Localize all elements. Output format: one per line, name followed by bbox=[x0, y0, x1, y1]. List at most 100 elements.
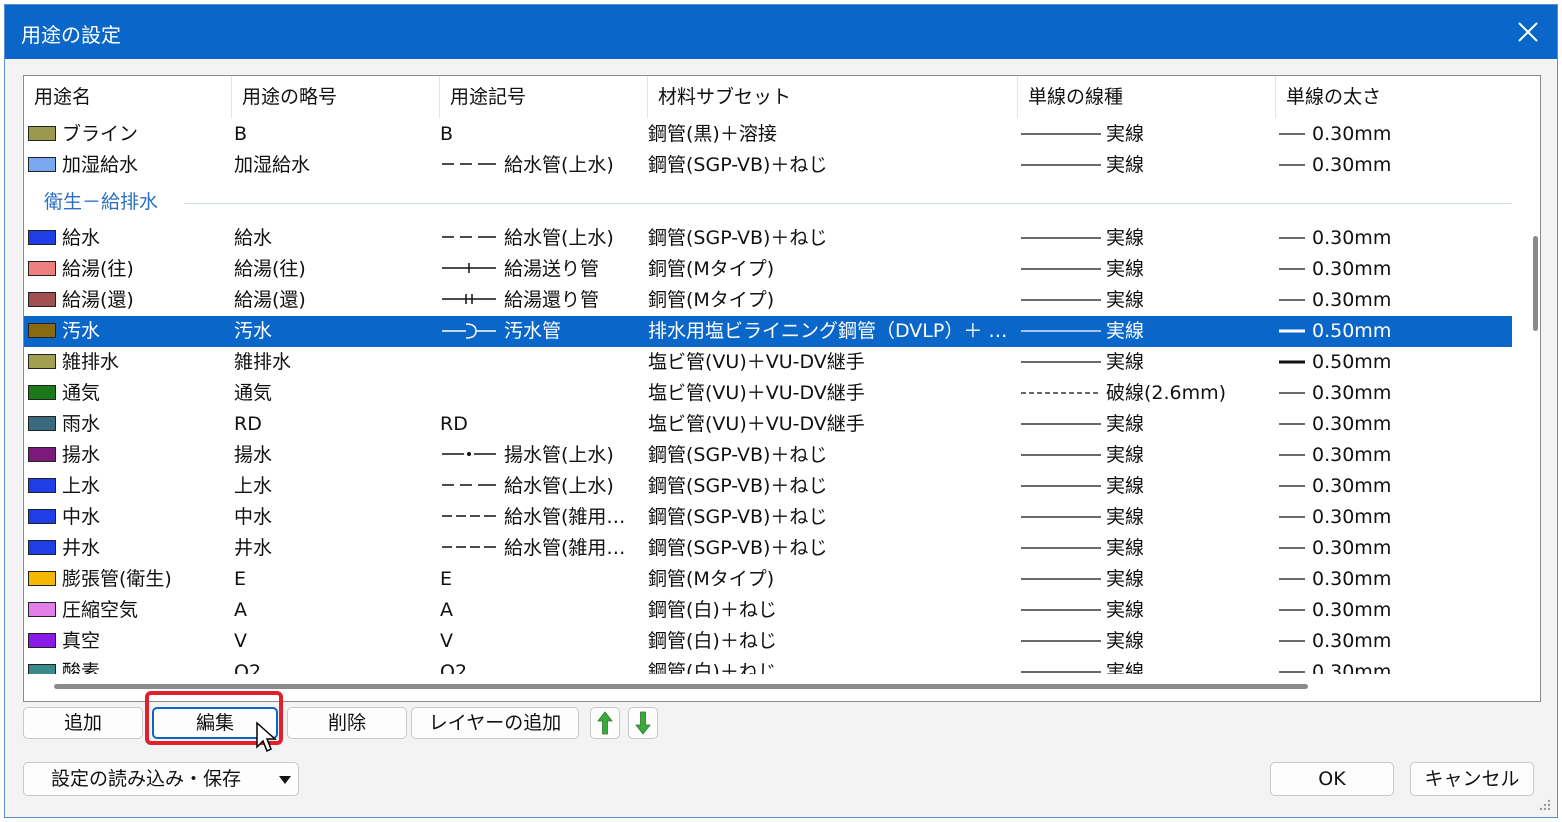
color-swatch bbox=[28, 446, 56, 462]
usage-abbr-cell: A bbox=[234, 595, 438, 626]
table-row[interactable]: 給湯(還) 給湯(還) 給湯還り管 銅管(Mタイプ) 実線 0.30mm bbox=[24, 285, 1512, 316]
usage-symbol-cell: 給水管(上水) bbox=[440, 223, 646, 254]
material-cell: 鋼管(白)＋ねじ bbox=[648, 657, 1016, 674]
color-swatch bbox=[28, 508, 56, 524]
linetype-label: 実線 bbox=[1106, 661, 1145, 674]
linetype-label: 実線 bbox=[1106, 413, 1145, 435]
add-button[interactable]: 追加 bbox=[23, 707, 143, 739]
linewidth-cell: 0.30mm bbox=[1278, 440, 1512, 471]
usage-abbr-cell: 上水 bbox=[234, 471, 438, 502]
usage-list[interactable]: 用途名 用途の略号 用途記号 材料サブセット 単線の線種 単線の太さ ブライン B… bbox=[23, 75, 1541, 702]
linewidth-value: 0.30mm bbox=[1312, 123, 1392, 145]
usage-abbr-cell: 加湿給水 bbox=[234, 150, 438, 181]
ok-button[interactable]: OK bbox=[1270, 762, 1394, 796]
line-width-icon bbox=[1279, 453, 1305, 456]
usage-abbr: 通気 bbox=[234, 382, 273, 404]
table-row[interactable]: 圧縮空気 A A 鋼管(白)＋ねじ 実線 0.30mm bbox=[24, 595, 1512, 626]
column-header-linewidth[interactable]: 単線の太さ bbox=[1276, 76, 1512, 118]
material-subset: 塩ビ管(VU)＋VU-DV継手 bbox=[648, 382, 865, 404]
delete-button[interactable]: 削除 bbox=[287, 707, 407, 739]
material-cell: 塩ビ管(VU)＋VU-DV継手 bbox=[648, 378, 1016, 409]
line-width-icon bbox=[1279, 546, 1305, 549]
usage-abbr: 中水 bbox=[234, 506, 273, 528]
usage-name: 井水 bbox=[62, 537, 101, 559]
usage-abbr-cell: 給湯(往) bbox=[234, 254, 438, 285]
material-subset: 鋼管(白)＋ねじ bbox=[648, 599, 777, 621]
table-row[interactable]: 揚水 揚水 揚水管(上水) 鋼管(SGP-VB)＋ねじ 実線 0.30mm bbox=[24, 440, 1512, 471]
solid-line-icon bbox=[1021, 163, 1101, 166]
material-cell: 鋼管(黒)＋溶接 bbox=[648, 119, 1016, 150]
linetype-cell: 実線 bbox=[1020, 595, 1276, 626]
column-header-symbol[interactable]: 用途記号 bbox=[440, 76, 648, 118]
usage-name-cell: 通気 bbox=[28, 378, 232, 409]
add-layer-button[interactable]: レイヤーの追加 bbox=[411, 707, 579, 739]
table-row[interactable]: 中水 中水 給水管(雑用… 鋼管(SGP-VB)＋ねじ 実線 0.30mm bbox=[24, 502, 1512, 533]
usage-name: 給水 bbox=[62, 227, 101, 249]
linewidth-value: 0.30mm bbox=[1312, 227, 1392, 249]
usage-name: 雨水 bbox=[62, 413, 101, 435]
table-row[interactable]: 雨水 RD RD 塩ビ管(VU)＋VU-DV継手 実線 0.30mm bbox=[24, 409, 1512, 440]
usage-name: 上水 bbox=[62, 475, 101, 497]
table-row-selected[interactable]: 汚水 汚水 汚水管 排水用塩ビライニング鋼管（DVLP）＋ MD… 実線 0.50mm bbox=[24, 316, 1512, 347]
usage-name: 中水 bbox=[62, 506, 101, 528]
column-header-abbr[interactable]: 用途の略号 bbox=[232, 76, 440, 118]
usage-symbol-cell bbox=[440, 347, 646, 378]
arrow-up-icon bbox=[597, 711, 613, 735]
usage-abbr-cell: 通気 bbox=[234, 378, 438, 409]
usage-abbr: 汚水 bbox=[234, 320, 273, 342]
dashed-line-icon bbox=[1021, 391, 1101, 394]
table-row[interactable]: 井水 井水 給水管(雑用… 鋼管(SGP-VB)＋ねじ 実線 0.30mm bbox=[24, 533, 1512, 564]
linewidth-cell: 0.30mm bbox=[1278, 254, 1512, 285]
color-swatch bbox=[28, 229, 56, 245]
move-down-button[interactable] bbox=[628, 707, 658, 739]
table-row[interactable]: 通気 通気 塩ビ管(VU)＋VU-DV継手 破線(2.6mm) 0.30mm bbox=[24, 378, 1512, 409]
material-cell: 鋼管(SGP-VB)＋ねじ bbox=[648, 223, 1016, 254]
table-row[interactable]: 真空 V V 鋼管(白)＋ねじ 実線 0.30mm bbox=[24, 626, 1512, 657]
pipe-symbol-icon bbox=[442, 515, 496, 517]
linetype-cell: 実線 bbox=[1020, 440, 1276, 471]
column-header-name[interactable]: 用途名 bbox=[24, 76, 232, 118]
table-row[interactable]: 雑排水 雑排水 塩ビ管(VU)＋VU-DV継手 実線 0.50mm bbox=[24, 347, 1512, 378]
cancel-button[interactable]: キャンセル bbox=[1410, 762, 1534, 796]
table-row[interactable]: 酸素 O2 O2 鋼管(白)＋ねじ 実線 0.30mm bbox=[24, 657, 1512, 674]
usage-abbr: E bbox=[234, 568, 247, 590]
material-cell: 鋼管(SGP-VB)＋ねじ bbox=[648, 150, 1016, 181]
usage-symbol-cell: 給湯送り管 bbox=[440, 254, 646, 285]
linetype-label: 実線 bbox=[1106, 568, 1145, 590]
color-swatch bbox=[28, 125, 56, 141]
table-row[interactable]: 給湯(往) 給湯(往) 給湯送り管 銅管(Mタイプ) 実線 0.30mm bbox=[24, 254, 1512, 285]
move-up-button[interactable] bbox=[590, 707, 620, 739]
column-header-linetype[interactable]: 単線の線種 bbox=[1018, 76, 1276, 118]
material-cell: 鋼管(白)＋ねじ bbox=[648, 595, 1016, 626]
usage-abbr: 雑排水 bbox=[234, 351, 292, 373]
usage-abbr: 井水 bbox=[234, 537, 273, 559]
group-label: 衛生－給排水 bbox=[44, 181, 169, 223]
table-row[interactable]: 加湿給水 加湿給水 給水管(上水) 鋼管(SGP-VB)＋ねじ 実線 0.30mm bbox=[24, 150, 1512, 181]
resize-grip-icon[interactable] bbox=[1537, 797, 1551, 811]
linetype-label: 実線 bbox=[1106, 351, 1145, 373]
usage-abbr-cell: E bbox=[234, 564, 438, 595]
usage-name: 汚水 bbox=[62, 320, 101, 342]
material-subset: 鋼管(SGP-VB)＋ねじ bbox=[648, 537, 828, 559]
usage-symbol: 給水管(雑用… bbox=[504, 537, 626, 559]
vertical-scrollbar[interactable] bbox=[1533, 236, 1538, 331]
table-row[interactable]: 上水 上水 給水管(上水) 鋼管(SGP-VB)＋ねじ 実線 0.30mm bbox=[24, 471, 1512, 502]
linetype-cell: 実線 bbox=[1020, 150, 1276, 181]
line-width-icon bbox=[1279, 515, 1305, 518]
settings-io-dropdown[interactable]: 設定の読み込み・保存 bbox=[23, 762, 299, 796]
linewidth-cell: 0.30mm bbox=[1278, 595, 1512, 626]
linewidth-value: 0.30mm bbox=[1312, 537, 1392, 559]
table-row[interactable]: 膨張管(衛生) E E 銅管(Mタイプ) 実線 0.30mm bbox=[24, 564, 1512, 595]
table-row[interactable]: 給水 給水 給水管(上水) 鋼管(SGP-VB)＋ねじ 実線 0.30mm bbox=[24, 223, 1512, 254]
solid-line-icon bbox=[1021, 639, 1101, 642]
usage-name: 膨張管(衛生) bbox=[62, 568, 172, 590]
title-bar[interactable]: 用途の設定 bbox=[5, 5, 1557, 59]
material-subset: 鋼管(SGP-VB)＋ねじ bbox=[648, 475, 828, 497]
usage-name: 雑排水 bbox=[62, 351, 120, 373]
usage-abbr-cell: V bbox=[234, 626, 438, 657]
column-header-material[interactable]: 材料サブセット bbox=[648, 76, 1018, 118]
horizontal-scrollbar[interactable] bbox=[54, 684, 1308, 689]
table-row[interactable]: ブライン B B 鋼管(黒)＋溶接 実線 0.30mm bbox=[24, 119, 1512, 150]
close-button[interactable] bbox=[1499, 5, 1557, 59]
material-cell: 塩ビ管(VU)＋VU-DV継手 bbox=[648, 409, 1016, 440]
